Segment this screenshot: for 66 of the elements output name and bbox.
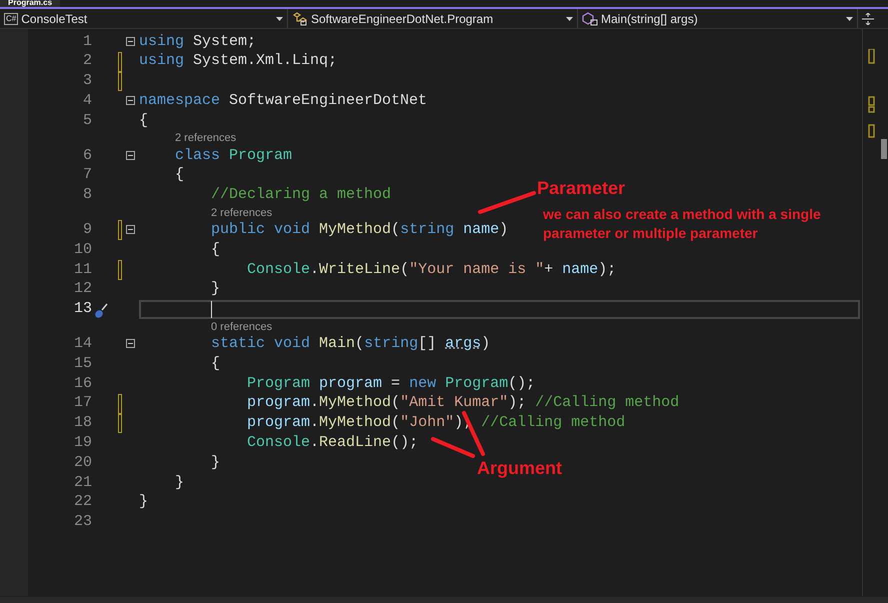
type-dropdown[interactable]: SoftwareEngineerDotNet.Program xyxy=(288,9,578,28)
code-line: class Program xyxy=(174,146,292,166)
code-line: { xyxy=(210,240,220,260)
collapse-icon[interactable] xyxy=(126,339,135,348)
split-icon xyxy=(862,12,874,24)
text-cursor xyxy=(211,300,212,318)
line-number: 17 xyxy=(72,393,93,414)
project-dropdown[interactable]: C# ConsoleTest xyxy=(0,9,288,28)
code-lens-references[interactable]: 2 references xyxy=(211,204,272,222)
line-number: 13 xyxy=(72,299,93,320)
caret-icon xyxy=(846,17,853,22)
line-number: 12 xyxy=(72,279,93,300)
collapse-icon[interactable] xyxy=(126,37,135,46)
code-line: { xyxy=(210,354,220,374)
code-line: Console.ReadLine(); xyxy=(246,433,418,453)
code-line: } xyxy=(210,279,220,300)
annotation-note: we can also create a method with a single parameter or multiple parameter xyxy=(543,205,822,243)
code-lens-references[interactable]: 0 references xyxy=(211,318,272,336)
project-logo: C# xyxy=(4,12,18,24)
code-line: Program program = new Program(); xyxy=(246,374,536,394)
line-number: 22 xyxy=(72,492,93,512)
line-number: 6 xyxy=(82,146,93,166)
code-line: using System.Xml.Linq; xyxy=(139,51,338,72)
scroll-thumb[interactable] xyxy=(881,139,887,159)
line-number: 2 xyxy=(82,51,93,72)
code-line: using System; xyxy=(139,32,256,52)
annotation-label: Parameter xyxy=(537,177,626,200)
caret-icon xyxy=(276,17,283,22)
line-number: 14 xyxy=(72,334,93,354)
line-number: 10 xyxy=(72,240,93,260)
code-line: program.MyMethod("Amit Kumar"); //Calling method xyxy=(246,393,680,414)
code-line: namespace SoftwareEngineerDotNet xyxy=(139,91,428,112)
line-number: 7 xyxy=(82,165,93,186)
member-dropdown[interactable]: Main(string[] args) xyxy=(578,9,858,28)
collapse-icon[interactable] xyxy=(126,150,135,160)
code-line: } xyxy=(210,452,220,473)
scrollbar[interactable] xyxy=(862,29,888,596)
code-line: //Declaring a method xyxy=(210,185,392,206)
line-number: 8 xyxy=(82,185,93,206)
code-line: { xyxy=(139,110,148,131)
line-number: 16 xyxy=(72,374,93,394)
line-number: 5 xyxy=(82,110,93,131)
code-line: } xyxy=(174,472,184,493)
annotation-label: Argument xyxy=(477,457,562,480)
code-line: public void MyMethod(string name) xyxy=(210,220,508,240)
method-icon xyxy=(582,12,598,26)
line-number: 15 xyxy=(72,354,93,374)
line-number: 4 xyxy=(82,91,93,112)
code-line: { xyxy=(174,165,184,186)
collapse-icon[interactable] xyxy=(126,225,135,234)
code-line: Console.WriteLine("Your name is "+ name); xyxy=(246,260,616,280)
collapse-icon[interactable] xyxy=(126,96,135,106)
line-number: 19 xyxy=(72,433,93,453)
code-line: } xyxy=(139,492,148,512)
line-number: 18 xyxy=(72,413,93,434)
line-number: 21 xyxy=(72,472,93,493)
line-number: 11 xyxy=(72,260,93,280)
line-number: 9 xyxy=(82,220,93,240)
class-icon xyxy=(292,12,308,26)
line-number: 1 xyxy=(82,32,93,52)
code-line: static void Main(string[] args) xyxy=(210,334,490,354)
line-number: 20 xyxy=(72,452,93,473)
line-number: 23 xyxy=(72,512,93,532)
code-lens-references[interactable]: 2 references xyxy=(175,130,236,147)
line-number: 3 xyxy=(82,71,93,92)
caret-icon xyxy=(566,17,573,22)
